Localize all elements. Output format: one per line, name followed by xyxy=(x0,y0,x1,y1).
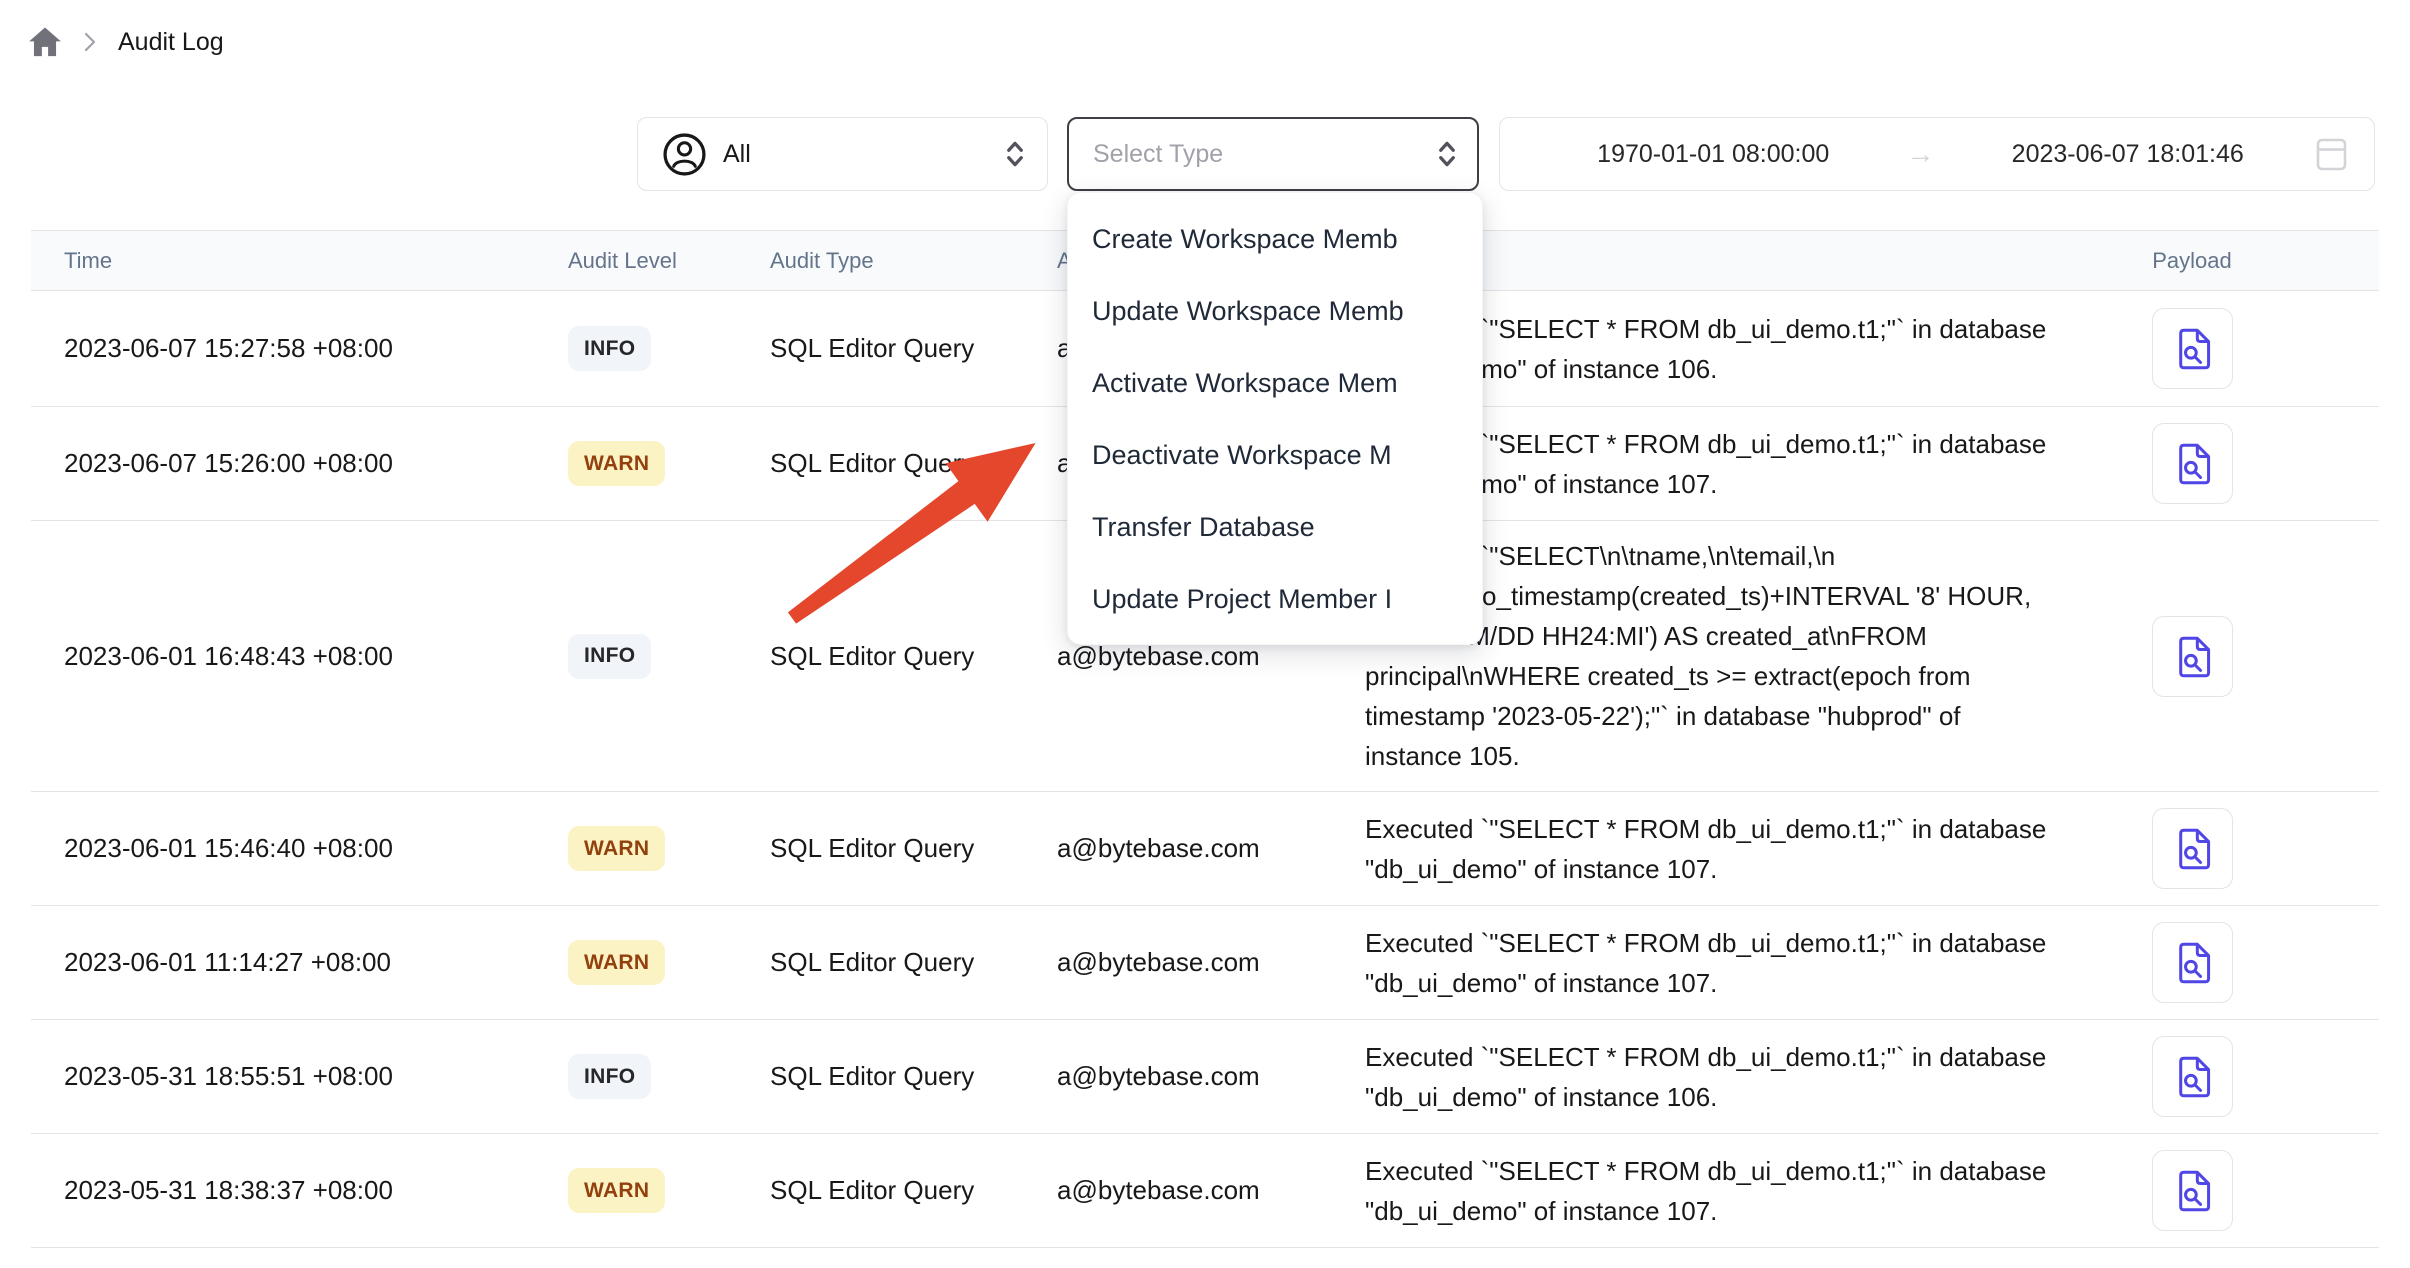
row-time: 2023-06-01 16:48:43 +08:00 xyxy=(31,641,536,672)
row-audit-type: SQL Editor Query xyxy=(739,1061,1026,1092)
row-audit-type: SQL Editor Query xyxy=(739,947,1026,978)
payload-button[interactable] xyxy=(2152,808,2233,889)
date-range-end: 2023-06-07 18:01:46 xyxy=(1941,140,2316,169)
row-comment: Executed `"SELECT * FROM db_ui_demo.t1;"… xyxy=(1365,1151,2092,1231)
payload-button[interactable] xyxy=(2152,308,2233,389)
audit-level-badge: INFO xyxy=(568,326,651,371)
header-time: Time xyxy=(31,248,536,274)
chevron-up-down-icon xyxy=(1437,139,1457,169)
calendar-icon[interactable] xyxy=(2315,135,2348,174)
menu-item-create-workspace-membership[interactable]: Create Workspace Memb xyxy=(1068,203,1482,275)
row-comment: Executed `"SELECT * FROM db_ui_demo.t1;"… xyxy=(1365,1037,2092,1117)
page-title: Audit Log xyxy=(118,28,224,57)
payload-button[interactable] xyxy=(2152,1036,2233,1117)
filter-bar: All Select Type 1970-01-01 08:00:00 → 20… xyxy=(0,117,2410,191)
actor-filter-value: All xyxy=(723,140,989,169)
row-audit-type: SQL Editor Query xyxy=(739,448,1026,479)
chevron-up-down-icon xyxy=(1005,139,1025,169)
header-level: Audit Level xyxy=(536,248,739,274)
menu-item-transfer-database[interactable]: Transfer Database xyxy=(1068,491,1482,563)
row-time: 2023-05-31 18:55:51 +08:00 xyxy=(31,1061,536,1092)
row-actor: a@bytebase.com xyxy=(1026,641,1334,672)
menu-item-activate-workspace-member[interactable]: Activate Workspace Mem xyxy=(1068,347,1482,419)
row-actor: a@bytebase.com xyxy=(1026,1061,1334,1092)
row-audit-type: SQL Editor Query xyxy=(739,1175,1026,1206)
menu-item-update-workspace-membership[interactable]: Update Workspace Memb xyxy=(1068,275,1482,347)
row-actor: a@bytebase.com xyxy=(1026,947,1334,978)
row-time: 2023-06-07 15:26:00 +08:00 xyxy=(31,448,536,479)
audit-level-badge: INFO xyxy=(568,1054,651,1099)
table-row: 2023-05-31 18:55:51 +08:00 INFO SQL Edit… xyxy=(31,1020,2379,1134)
payload-button[interactable] xyxy=(2152,616,2233,697)
payload-button[interactable] xyxy=(2152,1150,2233,1231)
breadcrumb: Audit Log xyxy=(28,26,224,58)
row-time: 2023-06-01 11:14:27 +08:00 xyxy=(31,947,536,978)
date-range-picker[interactable]: 1970-01-01 08:00:00 → 2023-06-07 18:01:4… xyxy=(1499,117,2375,191)
payload-button[interactable] xyxy=(2152,922,2233,1003)
table-row: 2023-05-31 18:38:37 +08:00 WARN SQL Edit… xyxy=(31,1134,2379,1248)
audit-level-badge: INFO xyxy=(568,634,651,679)
audit-level-badge: WARN xyxy=(568,441,665,486)
header-type: Audit Type xyxy=(739,248,1026,274)
audit-level-badge: WARN xyxy=(568,940,665,985)
type-filter-select[interactable]: Select Type xyxy=(1067,117,1479,191)
payload-button[interactable] xyxy=(2152,423,2233,504)
home-icon[interactable] xyxy=(28,26,62,58)
menu-item-deactivate-workspace-member[interactable]: Deactivate Workspace M xyxy=(1068,419,1482,491)
row-comment: Executed `"SELECT * FROM db_ui_demo.t1;"… xyxy=(1365,809,2092,889)
row-time: 2023-06-01 15:46:40 +08:00 xyxy=(31,833,536,864)
row-actor: a@bytebase.com xyxy=(1026,1175,1334,1206)
actor-filter-select[interactable]: All xyxy=(637,117,1048,191)
audit-log-page: Audit Log All Select Type 1970-01 xyxy=(0,0,2410,1268)
arrow-right-icon: → xyxy=(1901,138,1941,170)
menu-item-update-project-member[interactable]: Update Project Member I xyxy=(1068,563,1482,635)
row-audit-type: SQL Editor Query xyxy=(739,641,1026,672)
table-row: 2023-06-01 15:46:40 +08:00 WARN SQL Edit… xyxy=(31,792,2379,906)
row-actor: a@bytebase.com xyxy=(1026,833,1334,864)
row-comment: Executed `"SELECT * FROM db_ui_demo.t1;"… xyxy=(1365,923,2092,1003)
person-circle-icon xyxy=(662,132,707,177)
table-row: 2023-06-01 11:14:27 +08:00 WARN SQL Edit… xyxy=(31,906,2379,1020)
date-range-start: 1970-01-01 08:00:00 xyxy=(1526,140,1901,169)
audit-level-badge: WARN xyxy=(568,826,665,871)
row-audit-type: SQL Editor Query xyxy=(739,333,1026,364)
header-payload: Payload xyxy=(2110,248,2348,274)
type-dropdown-menu: Create Workspace Memb Update Workspace M… xyxy=(1067,192,1483,645)
row-time: 2023-05-31 18:38:37 +08:00 xyxy=(31,1175,536,1206)
audit-level-badge: WARN xyxy=(568,1168,665,1213)
breadcrumb-chevron-icon xyxy=(84,31,96,53)
row-time: 2023-06-07 15:27:58 +08:00 xyxy=(31,333,536,364)
row-audit-type: SQL Editor Query xyxy=(739,833,1026,864)
type-filter-placeholder: Select Type xyxy=(1093,140,1421,169)
